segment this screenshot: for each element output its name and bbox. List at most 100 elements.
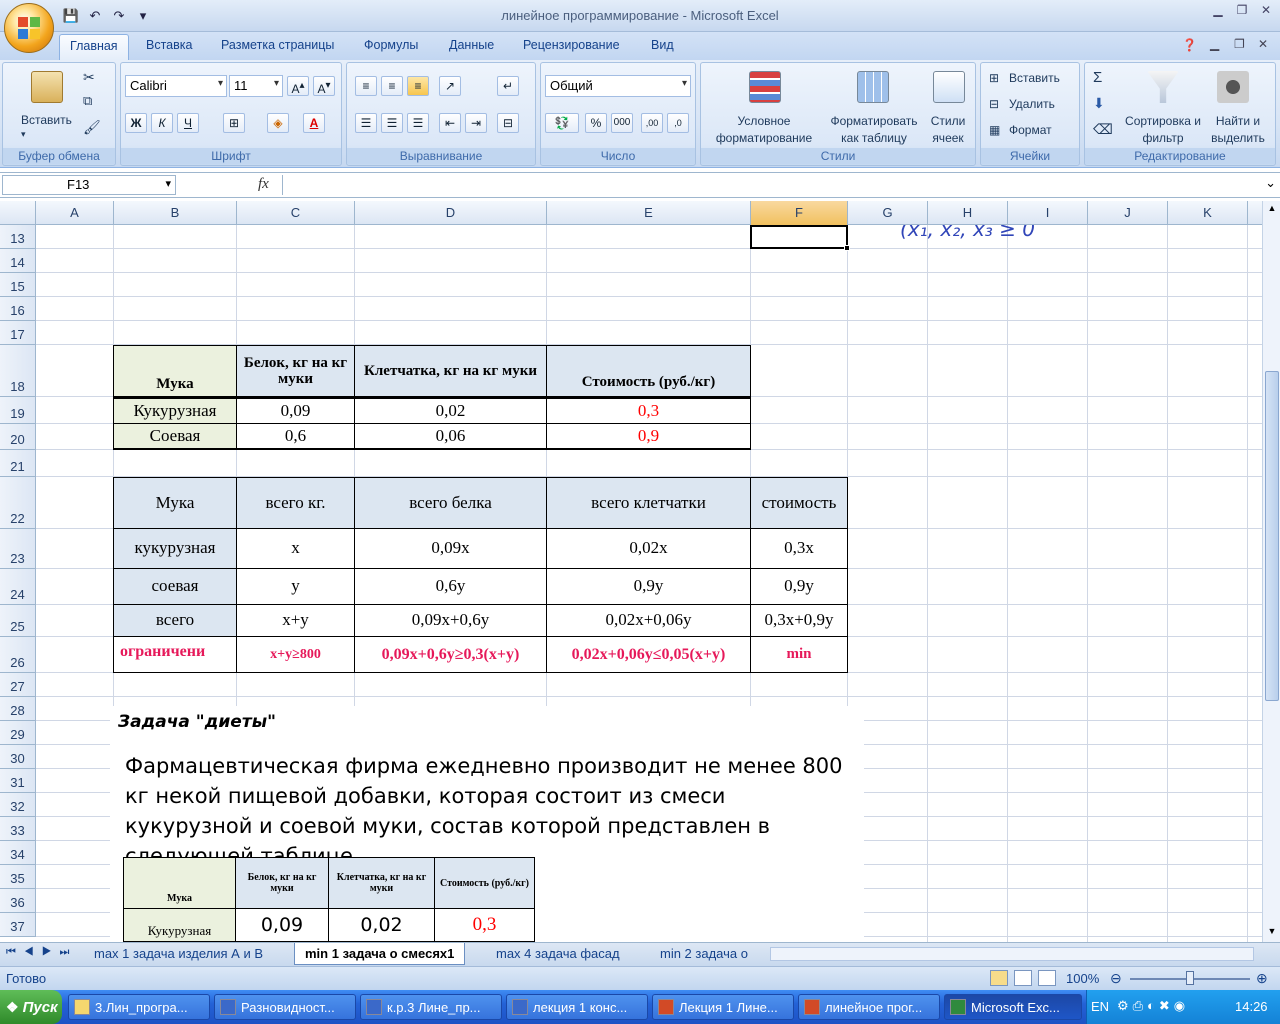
scroll-down-icon[interactable]: ▼ bbox=[1265, 926, 1279, 940]
col-header-k[interactable]: K bbox=[1168, 201, 1248, 225]
sort-filter-icon[interactable] bbox=[1147, 71, 1179, 103]
align-right-icon[interactable]: ☰ bbox=[407, 113, 429, 133]
t2-cell-b25[interactable]: всего bbox=[113, 604, 237, 637]
autosum-icon[interactable]: Σ bbox=[1093, 69, 1102, 86]
delete-cells-button[interactable]: Удалить bbox=[1009, 97, 1055, 111]
t2-header-total-kg[interactable]: всего кг. bbox=[236, 477, 355, 529]
align-middle-icon[interactable]: ≡ bbox=[381, 76, 403, 96]
t2-cell-f23[interactable]: 0,3x bbox=[750, 528, 848, 569]
row-header-36[interactable]: 36 bbox=[0, 889, 36, 913]
help-icon[interactable]: ❓ bbox=[1182, 38, 1197, 52]
paste-button[interactable]: Вставить bbox=[21, 113, 72, 127]
format-as-table-button[interactable]: Форматировать как таблицу bbox=[823, 113, 925, 147]
merge-center-icon[interactable]: ⊟ bbox=[497, 113, 519, 133]
find-select-icon[interactable] bbox=[1217, 71, 1249, 103]
doc-close-icon[interactable]: ✕ bbox=[1258, 37, 1268, 51]
row-header-15[interactable]: 15 bbox=[0, 273, 36, 297]
sheet-tab-2[interactable]: min 1 задача о смесях1 bbox=[294, 943, 466, 965]
page-break-view-icon[interactable] bbox=[1038, 970, 1056, 986]
percent-icon[interactable]: % bbox=[585, 113, 607, 133]
t2-cell-b23[interactable]: кукурузная bbox=[113, 528, 237, 569]
borders-icon[interactable]: ⊞ bbox=[223, 113, 245, 133]
select-all-corner[interactable] bbox=[0, 201, 36, 225]
doc-restore-icon[interactable]: ❐ bbox=[1234, 37, 1245, 51]
taskbar-item-6[interactable]: линейное прог... bbox=[798, 994, 940, 1020]
minimize-icon[interactable]: ▁ bbox=[1208, 2, 1228, 18]
t2-cell-b24[interactable]: соевая bbox=[113, 568, 237, 605]
sheet-tab-4[interactable]: min 2 задача о bbox=[650, 943, 758, 965]
row-header-22[interactable]: 22 bbox=[0, 477, 36, 529]
sheet-nav-icons[interactable]: ⏮◀▶⏭ bbox=[6, 946, 77, 959]
t2-cell-d26[interactable]: 0,09x+0,6y≥0,3(x+y) bbox=[354, 636, 547, 673]
scroll-up-icon[interactable]: ▲ bbox=[1265, 203, 1279, 217]
paste-dropdown-icon[interactable]: ▾ bbox=[21, 129, 26, 140]
number-format-select[interactable]: Общий bbox=[545, 75, 691, 97]
comma-style-icon[interactable]: 000 bbox=[611, 113, 633, 133]
taskbar-item-5[interactable]: Лекция 1 Лине... bbox=[652, 994, 794, 1020]
sheet-tab-1[interactable]: max 1 задача изделия А и В bbox=[84, 943, 273, 965]
row-header-31[interactable]: 31 bbox=[0, 769, 36, 793]
orientation-icon[interactable]: ↗ bbox=[439, 76, 461, 96]
selected-cell-f13[interactable] bbox=[750, 225, 848, 249]
t2-cell-c24[interactable]: y bbox=[236, 568, 355, 605]
row-header-35[interactable]: 35 bbox=[0, 865, 36, 889]
col-header-g[interactable]: G bbox=[848, 201, 928, 225]
row-header-17[interactable]: 17 bbox=[0, 321, 36, 345]
horizontal-scrollbar[interactable] bbox=[770, 947, 1254, 961]
col-header-c[interactable]: C bbox=[237, 201, 355, 225]
embedded-picture[interactable]: Задача "диеты" Фармацевтическая фирма еж… bbox=[110, 706, 864, 942]
tab-home[interactable]: Главная bbox=[59, 34, 129, 60]
font-name-select[interactable]: Calibri bbox=[125, 75, 227, 97]
taskbar-item-4[interactable]: лекция 1 конс... bbox=[506, 994, 648, 1020]
formula-input[interactable] bbox=[282, 175, 1260, 195]
col-header-j[interactable]: J bbox=[1088, 201, 1168, 225]
t2-cell-e25[interactable]: 0,02x+0,06y bbox=[546, 604, 751, 637]
fill-color-icon[interactable]: ◈ bbox=[267, 113, 289, 133]
cut-icon[interactable]: ✂ bbox=[83, 69, 95, 86]
find-select-button[interactable]: Найти и выделить bbox=[1205, 113, 1271, 147]
zoom-slider-thumb[interactable] bbox=[1186, 971, 1194, 985]
office-button[interactable] bbox=[4, 3, 54, 53]
shrink-font-icon[interactable]: A▾ bbox=[313, 76, 335, 96]
t2-cell-d24[interactable]: 0,6y bbox=[354, 568, 547, 605]
t2-header-flour[interactable]: Мука bbox=[113, 477, 237, 529]
row-header-16[interactable]: 16 bbox=[0, 297, 36, 321]
t2-cell-c23[interactable]: x bbox=[236, 528, 355, 569]
delete-cells-icon[interactable]: ⊟ bbox=[989, 97, 999, 111]
t2-cell-d25[interactable]: 0,09x+0,6y bbox=[354, 604, 547, 637]
bold-button[interactable]: Ж bbox=[125, 113, 147, 133]
row-header-19[interactable]: 19 bbox=[0, 397, 36, 424]
expand-formula-icon[interactable]: ⌄ bbox=[1265, 175, 1276, 191]
t2-cell-e24[interactable]: 0,9y bbox=[546, 568, 751, 605]
row-header-18[interactable]: 18 bbox=[0, 345, 36, 397]
col-header-h[interactable]: H bbox=[928, 201, 1008, 225]
t2-cell-d23[interactable]: 0,09x bbox=[354, 528, 547, 569]
col-header-d[interactable]: D bbox=[355, 201, 547, 225]
align-left-icon[interactable]: ☰ bbox=[355, 113, 377, 133]
close-icon[interactable]: ✕ bbox=[1256, 2, 1276, 18]
sort-filter-button[interactable]: Сортировка и фильтр bbox=[1123, 113, 1203, 147]
t2-cell-e26[interactable]: 0,02x+0,06y≤0,05(x+y) bbox=[546, 636, 751, 673]
tab-insert[interactable]: Вставка bbox=[146, 38, 192, 52]
row-header-33[interactable]: 33 bbox=[0, 817, 36, 841]
t1-cell-b19[interactable]: Кукурузная bbox=[113, 397, 237, 424]
tab-data[interactable]: Данные bbox=[449, 38, 494, 52]
row-header-21[interactable]: 21 bbox=[0, 450, 36, 477]
t2-cell-f26[interactable]: min bbox=[750, 636, 848, 673]
increase-indent-icon[interactable]: ⇥ bbox=[465, 113, 487, 133]
row-header-32[interactable]: 32 bbox=[0, 793, 36, 817]
col-header-f[interactable]: F bbox=[751, 201, 848, 225]
t2-cell-e23[interactable]: 0,02x bbox=[546, 528, 751, 569]
paste-icon[interactable] bbox=[31, 71, 63, 103]
row-header-34[interactable]: 34 bbox=[0, 841, 36, 865]
t2-cell-c25[interactable]: x+y bbox=[236, 604, 355, 637]
row-header-13[interactable]: 13 bbox=[0, 225, 36, 249]
col-header-a[interactable]: A bbox=[36, 201, 114, 225]
row-header-28[interactable]: 28 bbox=[0, 697, 36, 721]
t2-header-total-protein[interactable]: всего белка bbox=[354, 477, 547, 529]
tab-view[interactable]: Вид bbox=[651, 38, 674, 52]
t1-cell-c20[interactable]: 0,6 bbox=[236, 423, 355, 450]
row-header-25[interactable]: 25 bbox=[0, 605, 36, 637]
insert-function-icon[interactable]: fx bbox=[258, 176, 269, 193]
start-button[interactable]: ❖ Пуск bbox=[0, 990, 62, 1024]
